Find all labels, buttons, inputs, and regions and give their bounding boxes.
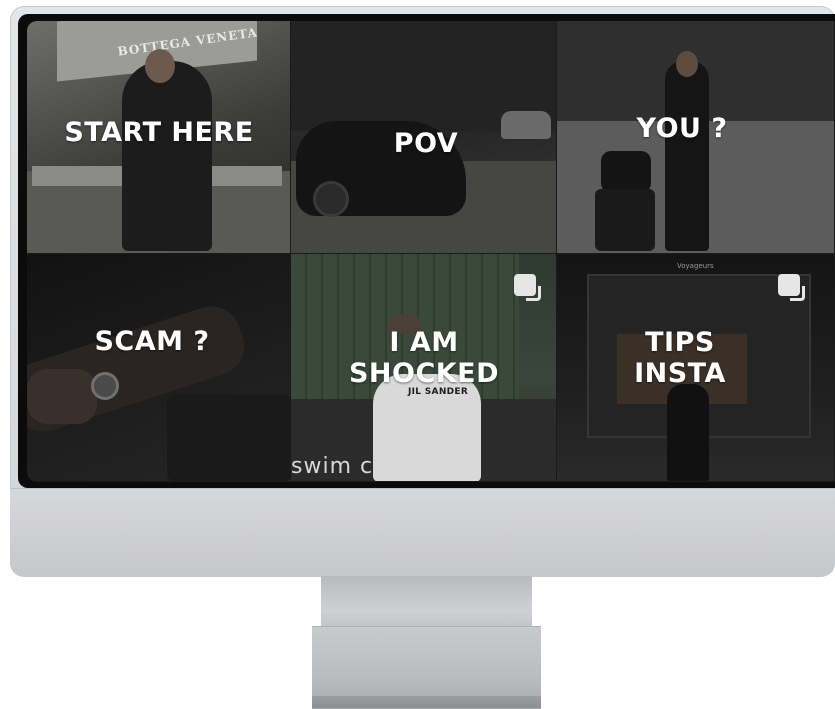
grid-post-you[interactable]: YOU ?: [557, 21, 835, 254]
person-silhouette: [667, 384, 709, 481]
monitor-chin: [10, 488, 835, 577]
multiple-images-icon: [514, 274, 541, 301]
tile-label: TIPS INSTA: [634, 327, 726, 389]
parked-car: [501, 111, 551, 139]
person-head: [676, 51, 698, 77]
grid-post-start-here[interactable]: BOTTEGA VENETA START HERE: [27, 21, 291, 254]
tile-label: START HERE: [64, 117, 254, 148]
monitor-stand-foot: [312, 696, 541, 708]
duffle-bag: [601, 151, 651, 193]
grid-post-tips-insta[interactable]: Voyageurs TIPS INSTA: [557, 254, 835, 482]
person-silhouette: [665, 61, 709, 251]
suitcase: [595, 189, 655, 251]
wristwatch: [91, 372, 119, 400]
monitor-stand-neck: [321, 576, 532, 626]
tile-label: I AM SHOCKED: [348, 327, 500, 389]
wall-lettering: swim c: [291, 454, 374, 479]
instagram-highlight-grid: BOTTEGA VENETA START HERE POV YOU ? SCAM…: [27, 21, 835, 482]
grid-post-scam[interactable]: SCAM ?: [27, 254, 291, 482]
person-silhouette: [122, 61, 212, 251]
grid-post-pov[interactable]: POV: [291, 21, 557, 254]
multiple-images-icon: [778, 274, 805, 301]
store-sign: Voyageurs: [677, 262, 714, 270]
person-head: [145, 49, 175, 83]
tile-label: YOU ?: [636, 113, 728, 144]
car-wheel: [313, 181, 349, 217]
hand: [27, 369, 97, 424]
tile-label: POV: [393, 128, 459, 159]
tile-label: SCAM ?: [94, 326, 210, 357]
leather-bag: [167, 394, 290, 481]
grid-post-i-am-shocked[interactable]: JIL SANDER swim c I AM SHOCKED: [291, 254, 557, 482]
